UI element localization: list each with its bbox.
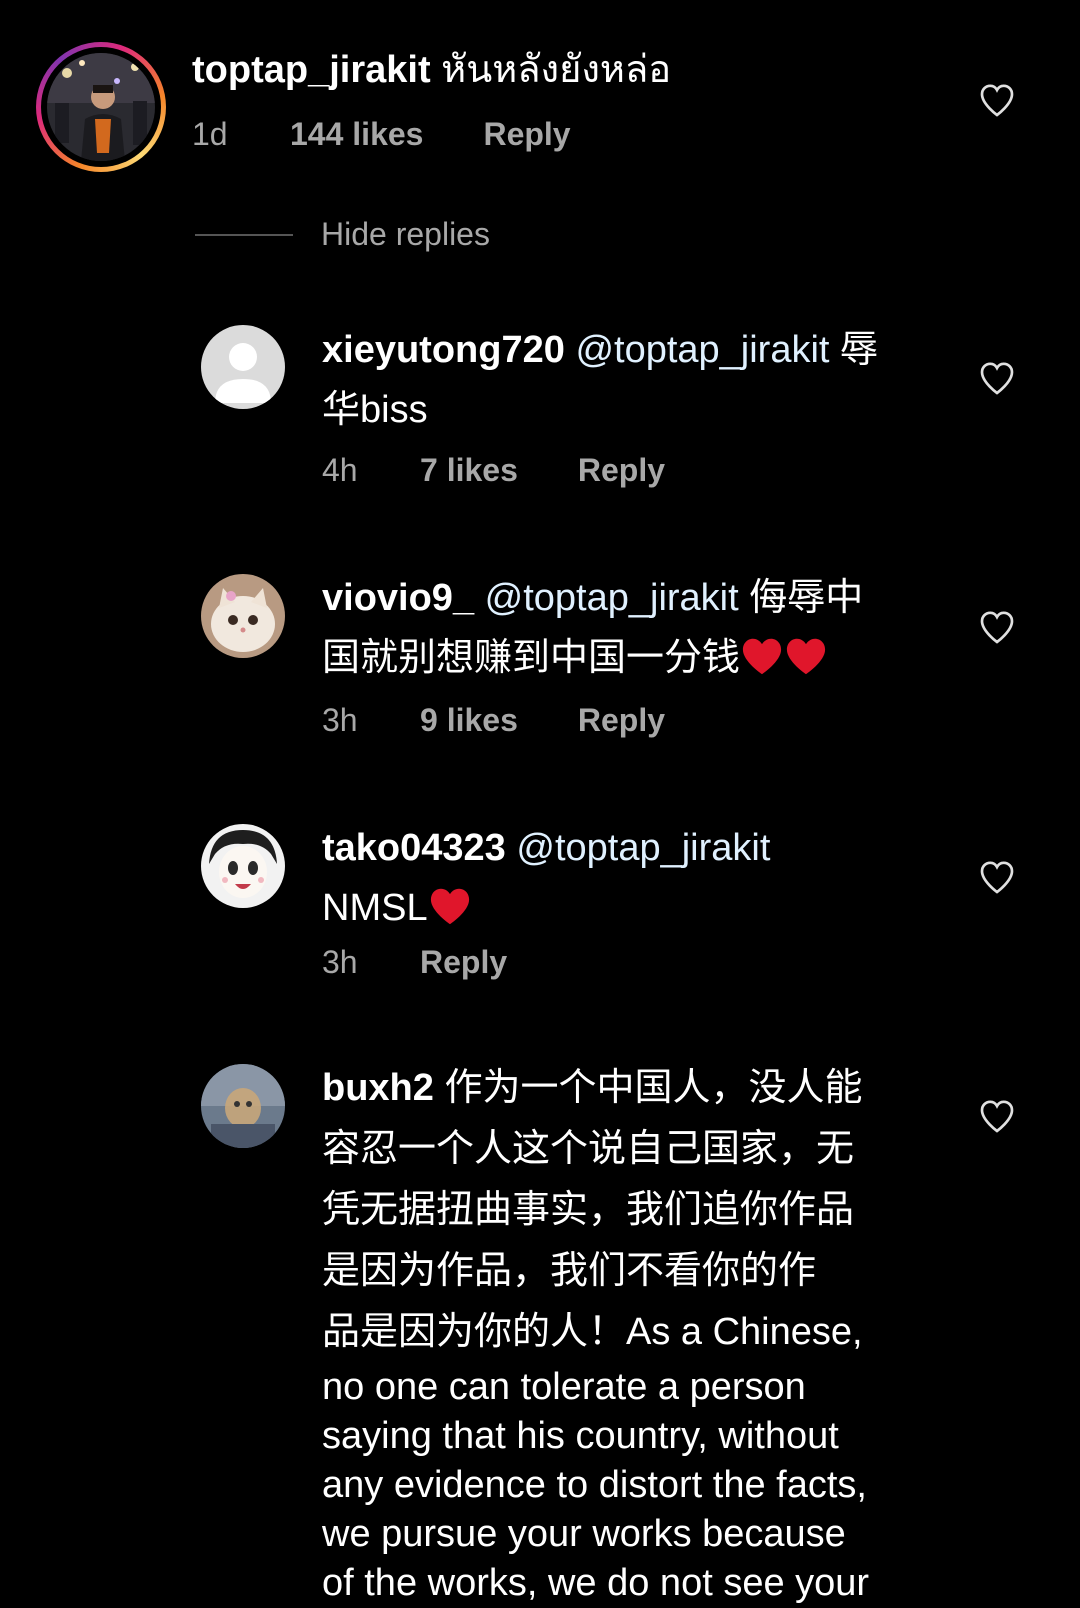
comment-time: 1d <box>192 116 228 152</box>
reply-username[interactable]: buxh2 <box>322 1067 434 1109</box>
reply-username[interactable]: xieyutong720 <box>322 329 565 371</box>
reply-meta: 3h Reply <box>322 944 507 981</box>
hide-replies-button[interactable]: Hide replies <box>195 216 490 253</box>
story-ring[interactable] <box>36 42 166 172</box>
reply-body: 侮辱中 <box>749 577 864 619</box>
avatar[interactable] <box>201 824 285 908</box>
red-heart-emoji-icon <box>786 638 826 675</box>
reply-body: 辱 <box>840 329 879 371</box>
hide-replies-label: Hide replies <box>321 216 490 252</box>
comment-username[interactable]: toptap_jirakit <box>192 49 431 91</box>
red-heart-emoji-icon <box>430 888 469 925</box>
reply-body: 品是因为你的人！As a Chinese, <box>322 1311 863 1353</box>
reply-button[interactable]: Reply <box>578 702 665 739</box>
comment-likes[interactable]: 144 likes <box>290 116 423 153</box>
mention-link[interactable]: @toptap_jirakit <box>485 577 739 619</box>
reply-body: 容忍一个人这个说自己国家，无 <box>322 1128 855 1170</box>
red-heart-emoji-icon <box>742 638 782 675</box>
reply-likes[interactable]: 9 likes <box>420 702 518 739</box>
reply-body: saying that his country, without <box>322 1415 839 1457</box>
reply-body: 作为一个中国人，没人能 <box>444 1067 863 1109</box>
reply-time: 4h <box>322 452 358 488</box>
reply-text: tako04323 @toptap_jirakit NMSL <box>322 818 932 938</box>
like-heart-icon[interactable] <box>977 80 1017 120</box>
reply-body: 凭无据扭曲事实，我们追你作品 <box>322 1189 855 1231</box>
avatar[interactable] <box>47 53 155 161</box>
reply-body: no one can tolerate a person <box>322 1366 806 1408</box>
reply-time: 3h <box>322 944 358 980</box>
reply-text: viovio9_ @toptap_jirakit 侮辱中 国就别想赚到中国一分钱 <box>322 568 932 688</box>
like-heart-icon[interactable] <box>977 857 1017 897</box>
reply-body: NMSL <box>322 887 428 929</box>
reply-meta: 4h 7 likes Reply <box>322 452 665 489</box>
like-heart-icon[interactable] <box>977 607 1017 647</box>
reply-text: xieyutong720 @toptap_jirakit 辱 华biss <box>322 320 932 440</box>
avatar[interactable] <box>201 1064 285 1148</box>
comment-meta: 1d 144 likes Reply <box>192 116 571 153</box>
reply-text: buxh2 作为一个中国人，没人能 容忍一个人这个说自己国家，无 凭无据扭曲事实… <box>322 1058 942 1608</box>
reply-meta: 3h 9 likes Reply <box>322 702 665 739</box>
mention-link[interactable]: @toptap_jirakit <box>575 329 829 371</box>
reply-body: 国就别想赚到中国一分钱 <box>322 637 741 679</box>
avatar[interactable] <box>201 574 285 658</box>
like-heart-icon[interactable] <box>977 1096 1017 1136</box>
divider <box>195 233 293 236</box>
reply-button[interactable]: Reply <box>578 452 665 489</box>
reply-body: we pursue your works because <box>322 1513 846 1555</box>
reply-username[interactable]: tako04323 <box>322 827 506 869</box>
reply-likes[interactable]: 7 likes <box>420 452 518 489</box>
comment-body: หันหลังยังหล่อ <box>441 49 672 91</box>
comment-text: toptap_jirakit หันหลังยังหล่อ <box>192 40 932 100</box>
reply-button[interactable]: Reply <box>420 944 507 981</box>
reply-time: 3h <box>322 702 358 738</box>
reply-body: 是因为作品，我们不看你的作 <box>322 1250 817 1292</box>
like-heart-icon[interactable] <box>977 358 1017 398</box>
reply-body: of the works, we do not see your <box>322 1562 870 1604</box>
reply-body: any evidence to distort the facts, <box>322 1464 867 1506</box>
reply-body: 华biss <box>322 389 428 431</box>
reply-username[interactable]: viovio9_ <box>322 577 474 619</box>
avatar[interactable] <box>201 325 285 409</box>
reply-button[interactable]: Reply <box>483 116 570 153</box>
mention-link[interactable]: @toptap_jirakit <box>516 827 770 869</box>
